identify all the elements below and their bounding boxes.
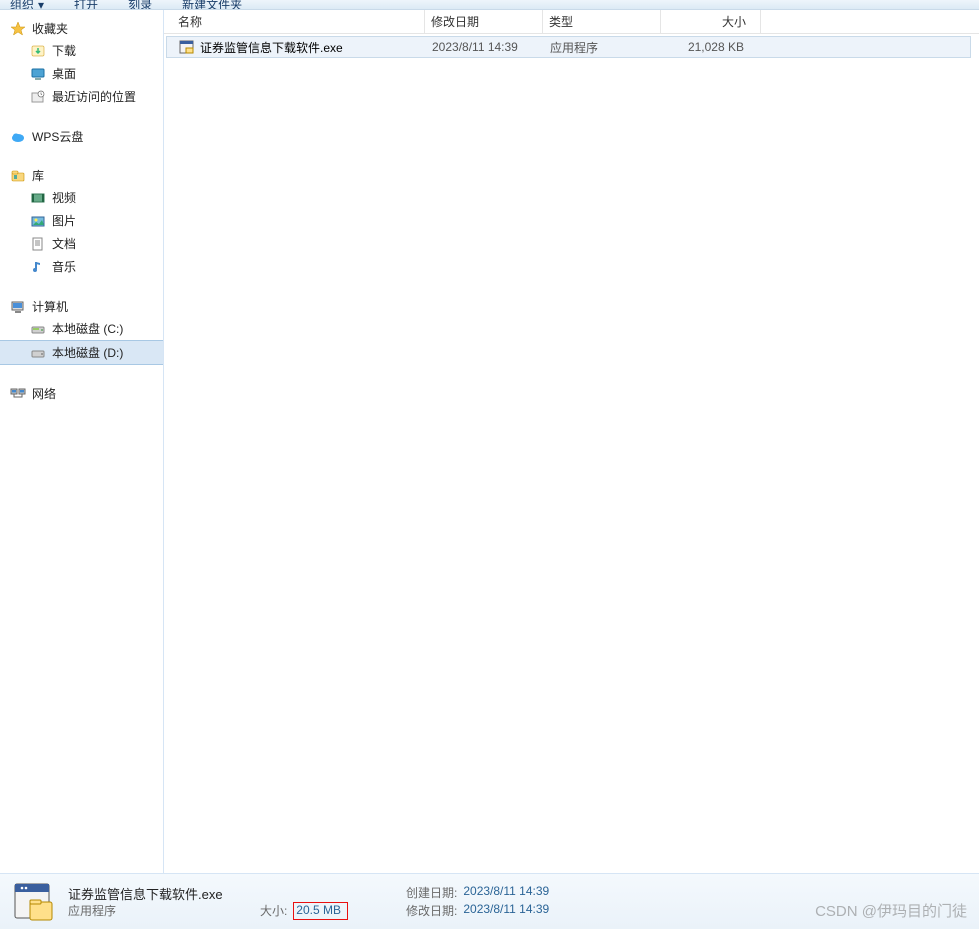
desktop-icon (30, 66, 46, 82)
file-size: 21,028 KB (662, 40, 758, 54)
toolbar-new-folder[interactable]: 新建文件夹 (182, 0, 242, 10)
file-name: 证券监管信息下载软件.exe (200, 39, 343, 56)
library-icon (10, 168, 26, 184)
sidebar-item-pictures[interactable]: 图片 (0, 209, 163, 232)
sidebar-item-label: 本地磁盘 (C:) (52, 320, 123, 337)
sidebar-computer[interactable]: 计算机 (0, 296, 163, 317)
toolbar: 组织 ▾ 打开 刻录 新建文件夹 (0, 0, 979, 10)
file-list: 证券监管信息下载软件.exe 2023/8/11 14:39 应用程序 21,0… (164, 34, 979, 873)
sidebar-item-drive-d[interactable]: 本地磁盘 (D:) (0, 340, 163, 365)
sidebar-item-label: 视频 (52, 189, 76, 206)
sidebar-libraries-label: 库 (32, 167, 44, 184)
sidebar-item-label: 下载 (52, 42, 76, 59)
sidebar-item-drive-c[interactable]: 本地磁盘 (C:) (0, 317, 163, 340)
sidebar-item-label: 文档 (52, 235, 76, 252)
video-icon (30, 190, 46, 206)
file-date: 2023/8/11 14:39 (426, 40, 544, 54)
sidebar-favorites[interactable]: 收藏夹 (0, 18, 163, 39)
details-modified-label: 修改日期: (406, 902, 457, 920)
toolbar-organize[interactable]: 组织 ▾ (10, 0, 44, 10)
computer-icon (10, 299, 26, 315)
sidebar-item-label: 本地磁盘 (D:) (52, 344, 123, 361)
sidebar-item-recent[interactable]: 最近访问的位置 (0, 85, 163, 108)
star-icon (10, 21, 26, 37)
document-icon (30, 236, 46, 252)
download-icon (30, 43, 46, 59)
details-pane: 证券监管信息下载软件.exe 修改日期: 2023/8/11 14:39 创建日… (0, 873, 979, 929)
sidebar-network[interactable]: 网络 (0, 383, 163, 404)
sidebar-favorites-label: 收藏夹 (32, 20, 68, 37)
drive-icon (30, 345, 46, 361)
sidebar-computer-label: 计算机 (32, 298, 68, 315)
column-type[interactable]: 类型 (543, 10, 661, 33)
sidebar-libraries[interactable]: 库 (0, 165, 163, 186)
music-icon (30, 259, 46, 275)
sidebar-network-label: 网络 (32, 385, 56, 402)
details-file-icon (10, 880, 58, 924)
sidebar-item-videos[interactable]: 视频 (0, 186, 163, 209)
details-filename: 证券监管信息下载软件.exe (68, 884, 388, 902)
toolbar-burn[interactable]: 刻录 (128, 0, 152, 10)
sidebar-wps-label: WPS云盘 (32, 128, 83, 145)
column-name[interactable]: 名称 (164, 10, 425, 33)
sidebar-item-downloads[interactable]: 下载 (0, 39, 163, 62)
main-area: 收藏夹 下载 桌面 最近访问的位置 WPS云盘 (0, 10, 979, 873)
file-type: 应用程序 (544, 39, 662, 56)
details-size: 大小: 20.5 MB (260, 902, 348, 920)
sidebar-item-label: 图片 (52, 212, 76, 229)
sidebar-wps[interactable]: WPS云盘 (0, 126, 163, 147)
toolbar-open[interactable]: 打开 (74, 0, 98, 10)
sidebar-item-documents[interactable]: 文档 (0, 232, 163, 255)
exe-icon (179, 39, 195, 55)
details-size-label: 大小: (260, 902, 287, 920)
file-row[interactable]: 证券监管信息下载软件.exe 2023/8/11 14:39 应用程序 21,0… (166, 36, 971, 58)
drive-icon (30, 321, 46, 337)
details-modified: 修改日期: 2023/8/11 14:39 (406, 902, 726, 920)
sidebar: 收藏夹 下载 桌面 最近访问的位置 WPS云盘 (0, 10, 164, 873)
sidebar-item-label: 最近访问的位置 (52, 88, 136, 105)
picture-icon (30, 213, 46, 229)
details-created: 创建日期: 2023/8/11 14:39 (406, 884, 726, 902)
column-date[interactable]: 修改日期 (425, 10, 543, 33)
sidebar-item-music[interactable]: 音乐 (0, 255, 163, 278)
recent-icon (30, 89, 46, 105)
cloud-icon (10, 129, 26, 145)
column-size[interactable]: 大小 (661, 10, 761, 33)
column-headers: 名称 修改日期 类型 大小 (164, 10, 979, 34)
network-icon (10, 386, 26, 402)
sidebar-item-desktop[interactable]: 桌面 (0, 62, 163, 85)
details-created-value: 2023/8/11 14:39 (463, 884, 549, 902)
details-size-value: 20.5 MB (293, 902, 348, 920)
sidebar-item-label: 桌面 (52, 65, 76, 82)
details-modified-value: 2023/8/11 14:39 (463, 902, 549, 920)
file-pane: 名称 修改日期 类型 大小 证券监管信息下载软件.exe 2023/8/11 1… (164, 10, 979, 873)
details-created-label: 创建日期: (406, 884, 457, 902)
sidebar-item-label: 音乐 (52, 258, 76, 275)
watermark: CSDN @伊玛目的门徒 (815, 900, 967, 921)
